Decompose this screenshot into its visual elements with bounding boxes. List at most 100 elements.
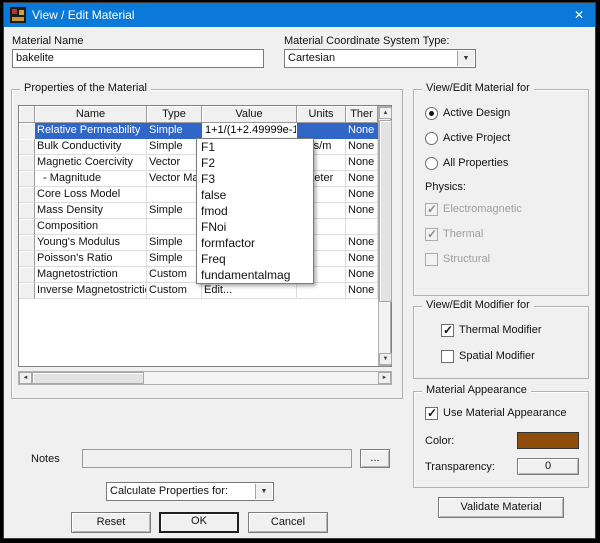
autocomplete-item[interactable]: fundamentalmag (197, 267, 313, 283)
autocomplete-item[interactable]: Freq (197, 251, 313, 267)
radio-all-properties[interactable]: All Properties (425, 157, 575, 171)
row-selector[interactable] (19, 251, 35, 267)
cell-type[interactable]: Simple (147, 203, 202, 219)
vertical-scroll-thumb[interactable] (379, 120, 392, 302)
coord-system-label: Material Coordinate System Type: (284, 35, 450, 47)
cell-thermal[interactable]: None (346, 283, 378, 299)
vertical-scrollbar[interactable]: ▲ ▼ (378, 106, 392, 366)
cell-type[interactable]: Simple (147, 235, 202, 251)
scroll-right-icon[interactable]: ► (378, 372, 391, 384)
header-name: Name (35, 106, 147, 123)
scroll-left-icon[interactable]: ◄ (19, 372, 32, 384)
radio-active-project[interactable]: Active Project (425, 132, 575, 146)
cell-units[interactable] (297, 123, 346, 139)
transparency-button[interactable]: 0 (517, 458, 579, 475)
checkbox-label: Structural (443, 253, 491, 265)
cell-name[interactable]: Mass Density (35, 203, 147, 219)
cell-name[interactable]: Inverse Magnetostriction (35, 283, 147, 299)
cell-type[interactable]: Simple (147, 123, 202, 139)
notes-browse-button[interactable]: ... (360, 449, 390, 468)
cell-name[interactable]: Relative Permeability (35, 123, 147, 139)
cell-thermal[interactable]: None (346, 187, 378, 203)
horizontal-scroll-thumb[interactable] (32, 372, 144, 384)
cell-name[interactable]: Bulk Conductivity (35, 139, 147, 155)
checkbox-use-material-appearance[interactable]: Use Material Appearance (425, 407, 585, 421)
autocomplete-item[interactable]: FNoi (197, 219, 313, 235)
autocomplete-item[interactable]: fmod (197, 203, 313, 219)
header-thermal: Ther (346, 106, 378, 123)
table-row[interactable]: Inverse Magnetostriction Custom Edit... … (19, 283, 378, 299)
autocomplete-item[interactable]: false (197, 187, 313, 203)
cell-thermal[interactable]: None (346, 123, 378, 139)
cell-units[interactable] (297, 283, 346, 299)
row-selector[interactable] (19, 139, 35, 155)
scroll-up-icon[interactable]: ▲ (379, 107, 392, 119)
cell-name[interactable]: - Magnitude (35, 171, 147, 187)
row-selector[interactable] (19, 187, 35, 203)
row-selector[interactable] (19, 267, 35, 283)
checkbox-label: Spatial Modifier (459, 350, 535, 362)
cell-type[interactable] (147, 219, 202, 235)
row-selector[interactable] (19, 155, 35, 171)
cell-thermal[interactable]: None (346, 139, 378, 155)
cell-type[interactable]: Custom (147, 267, 202, 283)
cell-name[interactable]: Composition (35, 219, 147, 235)
cell-value[interactable]: Edit... (202, 283, 297, 299)
cell-name[interactable]: Magnetic Coercivity (35, 155, 147, 171)
cell-type[interactable]: Simple (147, 251, 202, 267)
chevron-down-icon[interactable]: ▼ (255, 484, 272, 499)
cell-name[interactable]: Poisson's Ratio (35, 251, 147, 267)
cell-type[interactable]: Custom (147, 283, 202, 299)
cell-thermal[interactable]: None (346, 267, 378, 283)
validate-material-button[interactable]: Validate Material (438, 497, 564, 518)
reset-button[interactable]: Reset (71, 512, 151, 533)
checkbox-spatial-modifier[interactable]: Spatial Modifier (441, 350, 581, 364)
cell-name[interactable]: Core Loss Model (35, 187, 147, 203)
horizontal-scrollbar[interactable]: ◄ ► (18, 371, 392, 385)
notes-field (82, 449, 352, 468)
appearance-legend: Material Appearance (422, 384, 531, 396)
coord-system-select[interactable]: Cartesian ▼ (284, 49, 476, 68)
autocomplete-item[interactable]: F3 (197, 171, 313, 187)
scroll-down-icon[interactable]: ▼ (379, 353, 392, 365)
checkbox-icon (425, 407, 438, 420)
table-row[interactable]: Relative Permeability Simple 1+1/(1+2.49… (19, 123, 378, 139)
row-selector[interactable] (19, 123, 35, 139)
autocomplete-item[interactable]: F2 (197, 155, 313, 171)
checkbox-thermal: Thermal (425, 228, 575, 242)
chevron-down-icon[interactable]: ▼ (457, 51, 474, 66)
ok-button[interactable]: OK (159, 512, 239, 533)
cell-type[interactable]: Vector (147, 155, 202, 171)
material-name-label: Material Name (12, 35, 84, 47)
material-name-input[interactable]: bakelite (12, 49, 264, 68)
cell-thermal[interactable]: None (346, 235, 378, 251)
cell-type[interactable] (147, 187, 202, 203)
autocomplete-item[interactable]: F1 (197, 139, 313, 155)
cell-type[interactable]: Vector Mag (147, 171, 202, 187)
checkbox-label: Use Material Appearance (443, 407, 567, 419)
cell-name[interactable]: Magnetostriction (35, 267, 147, 283)
cancel-button[interactable]: Cancel (248, 512, 328, 533)
close-icon[interactable]: ✕ (563, 3, 595, 27)
cell-thermal[interactable]: None (346, 251, 378, 267)
cell-thermal[interactable]: None (346, 203, 378, 219)
cell-thermal[interactable] (346, 219, 378, 235)
cell-name[interactable]: Young's Modulus (35, 235, 147, 251)
checkbox-thermal-modifier[interactable]: Thermal Modifier (441, 324, 581, 338)
row-selector[interactable] (19, 235, 35, 251)
row-selector[interactable] (19, 283, 35, 299)
calculate-properties-select[interactable]: Calculate Properties for: ▼ (106, 482, 274, 501)
value-edit-field[interactable]: 1+1/(1+2.49999e-13*F (202, 123, 297, 139)
row-selector[interactable] (19, 171, 35, 187)
cell-type[interactable]: Simple (147, 139, 202, 155)
title-bar[interactable]: View / Edit Material ✕ (4, 3, 595, 27)
cell-thermal[interactable]: None (346, 171, 378, 187)
row-selector[interactable] (19, 219, 35, 235)
color-swatch-button[interactable] (517, 432, 579, 449)
radio-active-design[interactable]: Active Design (425, 107, 575, 121)
cell-thermal[interactable]: None (346, 155, 378, 171)
checkbox-electromagnetic: Electromagnetic (425, 203, 575, 217)
row-selector[interactable] (19, 203, 35, 219)
checkbox-icon (425, 203, 438, 216)
autocomplete-item[interactable]: formfactor (197, 235, 313, 251)
